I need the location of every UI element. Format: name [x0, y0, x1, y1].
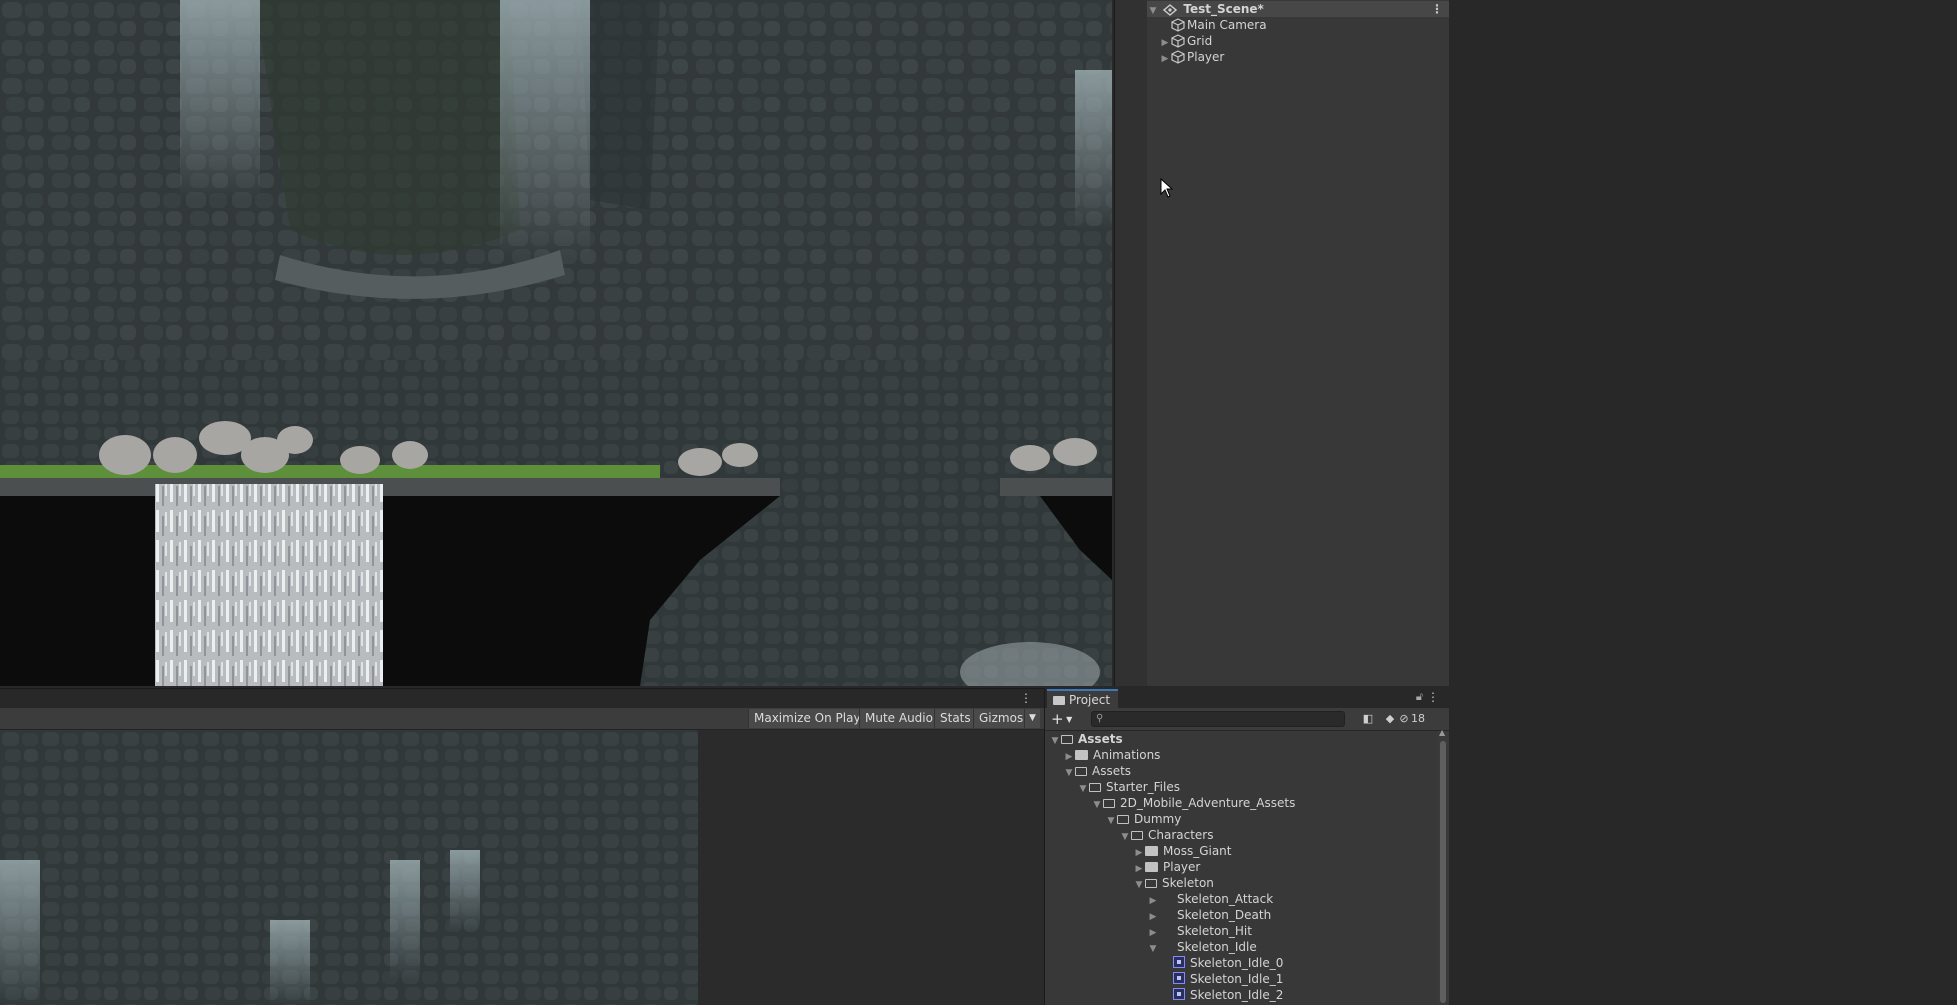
scene-root-row[interactable]: ▼ Test_Scene* ⋮: [1147, 1, 1449, 17]
hierarchy-panel: ▼ Test_Scene* ⋮ Main Camera ▶ Grid ▶ Player: [1114, 0, 1449, 686]
tree-item-label: Skeleton_Idle: [1177, 940, 1257, 954]
gameobject-cube-icon: [1171, 18, 1187, 32]
folder-open-icon: [1089, 783, 1101, 792]
game-toolbar: Maximize On Play Mute Audio Stats Gizmos…: [0, 708, 1044, 730]
stats-button[interactable]: Stats: [934, 709, 976, 728]
tree-item-label: Moss_Giant: [1163, 844, 1232, 858]
tree-item[interactable]: ▶ Skeleton_Attack: [1045, 891, 1274, 907]
tree-item[interactable]: ▼ Assets: [1045, 763, 1132, 779]
folder-open-icon: [1117, 815, 1129, 824]
gizmos-button[interactable]: Gizmos: [973, 709, 1029, 728]
scene-menu-button[interactable]: ⋮: [1431, 1, 1443, 17]
scene-name: Test_Scene*: [1183, 2, 1264, 16]
create-asset-button[interactable]: + ▼: [1051, 710, 1072, 728]
maximize-on-play-button[interactable]: Maximize On Play: [748, 709, 866, 728]
scene-view[interactable]: [0, 0, 1112, 686]
scene-artwork: [0, 0, 1112, 686]
hierarchy-item-label: Grid: [1187, 34, 1213, 48]
gizmos-dropdown-icon[interactable]: ▼: [1024, 709, 1040, 728]
folder-icon: [1145, 846, 1158, 856]
hierarchy-gutter: [1115, 0, 1147, 686]
folder-open-icon: [1103, 799, 1115, 808]
hierarchy-item[interactable]: ▶ Grid: [1159, 33, 1213, 49]
search-icon: ⚲: [1096, 713, 1104, 724]
unity-logo-icon: [1163, 4, 1179, 18]
project-search-field[interactable]: ⚲: [1091, 711, 1345, 727]
search-input[interactable]: [1110, 713, 1338, 727]
tree-item[interactable]: ▶ Player: [1045, 859, 1201, 875]
hierarchy-item-label: Main Camera: [1187, 18, 1267, 32]
tree-item-label: Skeleton_Idle_0: [1190, 956, 1284, 970]
project-toolbar: + ▼ ⚲ ◧ ◆ ⊘ 18: [1045, 708, 1449, 731]
tree-item-label: Skeleton: [1162, 876, 1214, 890]
tab-label: Project: [1069, 693, 1111, 707]
tree-item-label: Starter_Files: [1106, 780, 1180, 794]
tree-item-label: Animations: [1093, 748, 1161, 762]
tree-item[interactable]: ▼ Assets: [1045, 731, 1123, 747]
tree-item-label: Player: [1163, 860, 1201, 874]
hierarchy-item[interactable]: Main Camera: [1159, 17, 1267, 33]
tree-item-label: Skeleton_Hit: [1177, 924, 1252, 938]
game-view-canvas[interactable]: [0, 730, 698, 1005]
mouse-cursor-icon: [1160, 178, 1174, 198]
tree-item-label: Assets: [1092, 764, 1132, 778]
game-menu-button[interactable]: ⋮: [1020, 691, 1032, 705]
tree-item-label: Skeleton_Idle_2: [1190, 988, 1284, 1002]
sprite-icon: [1173, 956, 1185, 968]
tree-item-label: Skeleton_Idle_1: [1190, 972, 1284, 986]
tree-item[interactable]: ▼ Characters: [1045, 827, 1214, 843]
hierarchy-item[interactable]: ▶ Player: [1159, 49, 1225, 67]
folder-open-icon: [1075, 767, 1087, 776]
tree-item[interactable]: ▼ Starter_Files: [1045, 779, 1180, 795]
sprite-icon: [1173, 988, 1185, 1000]
project-tab-strip: Project 🔓︎ ⋮: [1045, 688, 1449, 708]
tree-item-label: Assets: [1078, 732, 1123, 746]
gameobject-cube-icon: [1171, 50, 1187, 64]
expand-arrow-icon[interactable]: ▶: [1159, 51, 1171, 67]
tree-item[interactable]: ▼ Skeleton: [1045, 875, 1214, 891]
tree-item[interactable]: Skeleton_Idle_1: [1045, 971, 1283, 987]
folder-open-icon: [1145, 879, 1157, 888]
tree-item[interactable]: ▶ Skeleton_Hit: [1045, 923, 1252, 939]
tree-item[interactable]: ▼ 2D_Mobile_Adventure_Assets: [1045, 795, 1296, 811]
filter-by-type-icon[interactable]: ◧: [1359, 711, 1377, 727]
project-tree: ▼ Assets ▶ Animations ▼ Assets ▼ Starter_Files ▼…: [1045, 731, 1437, 1005]
tree-item-label: Dummy: [1134, 812, 1182, 826]
scroll-up-icon[interactable]: ▲: [1439, 728, 1445, 737]
hidden-packages-count: 18: [1411, 712, 1425, 725]
tree-item-label: 2D_Mobile_Adventure_Assets: [1120, 796, 1296, 810]
project-scrollbar[interactable]: ▲: [1437, 728, 1449, 1005]
tree-item-label: Skeleton_Death: [1177, 908, 1272, 922]
project-panel: Project 🔓︎ ⋮ + ▼ ⚲ ◧ ◆ ⊘ 18 ▼ Assets ▶ Anim…: [1044, 688, 1449, 1005]
tree-item[interactable]: ▼ Skeleton_Idle: [1045, 939, 1257, 955]
folder-icon: [1075, 750, 1088, 760]
tree-item-label: Characters: [1148, 828, 1214, 842]
tree-item-label: Skeleton_Attack: [1177, 892, 1274, 906]
folder-open-icon: [1131, 831, 1143, 840]
tree-item[interactable]: Skeleton_Idle_0: [1045, 955, 1283, 971]
empty-editor-area: [1449, 0, 1957, 1005]
tree-item[interactable]: ▶ Animations: [1045, 747, 1161, 763]
tree-item[interactable]: Skeleton_Idle_2: [1045, 987, 1283, 1003]
tree-item[interactable]: ▼ Dummy: [1045, 811, 1182, 827]
gameobject-cube-icon: [1171, 34, 1187, 48]
expand-arrow-icon[interactable]: ▼: [1147, 3, 1159, 19]
mute-audio-button[interactable]: Mute Audio: [859, 709, 938, 728]
game-tab-strip: ⋮: [0, 688, 1044, 709]
hierarchy-item-label: Player: [1187, 50, 1225, 64]
folder-icon: [1053, 696, 1065, 705]
lock-icon[interactable]: 🔓︎: [1416, 690, 1423, 704]
scrollbar-thumb[interactable]: [1440, 741, 1446, 1003]
game-artwork: [0, 730, 698, 1005]
game-view-letterbox: [698, 730, 1044, 1005]
folder-icon: [1145, 862, 1158, 872]
tree-item[interactable]: ▶ Moss_Giant: [1045, 843, 1232, 859]
folder-open-icon: [1061, 735, 1073, 744]
sprite-icon: [1173, 972, 1185, 984]
tree-item[interactable]: ▶ Skeleton_Death: [1045, 907, 1272, 923]
tab-project[interactable]: Project: [1047, 689, 1119, 708]
project-menu-button[interactable]: ⋮: [1427, 690, 1439, 704]
